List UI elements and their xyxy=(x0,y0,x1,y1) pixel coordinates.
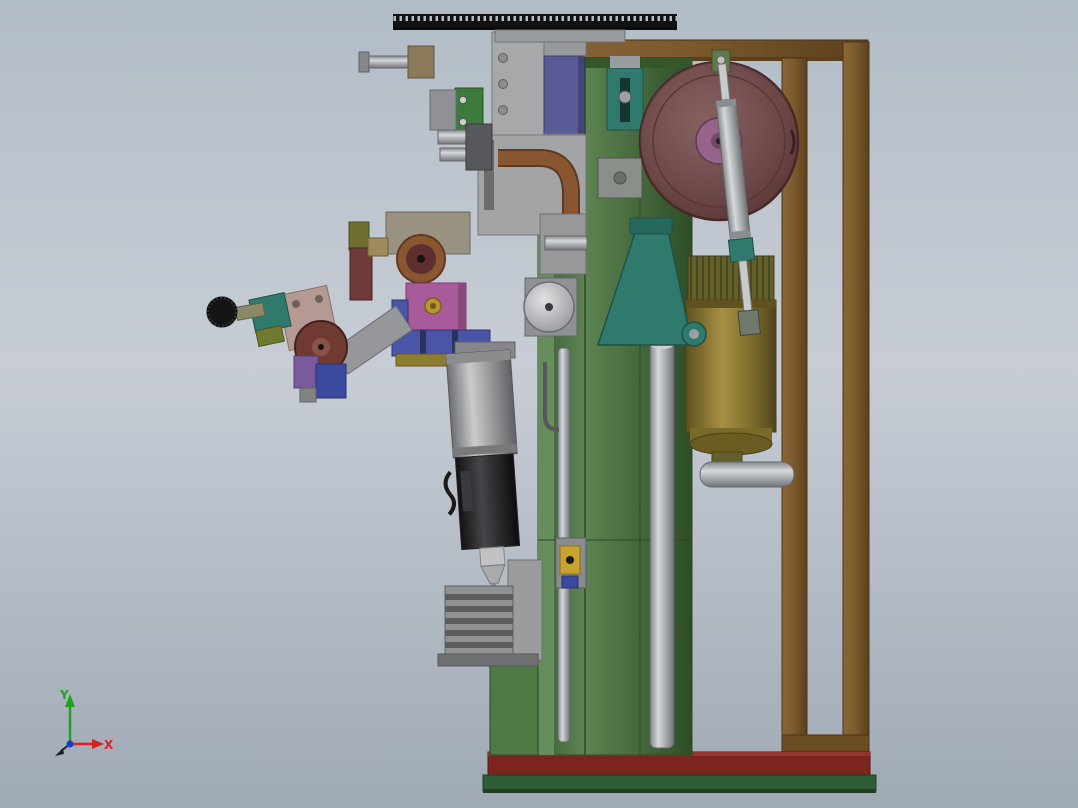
motor-fins xyxy=(687,255,775,303)
purple-block xyxy=(293,355,319,389)
x-axis-label: X xyxy=(104,738,114,752)
cad-viewport[interactable]: Y X xyxy=(0,0,1078,808)
triad-origin-dot xyxy=(66,740,74,748)
cylinder-clevis xyxy=(737,309,761,337)
sensor-lens-icon xyxy=(566,556,574,564)
motor-body xyxy=(685,299,777,433)
base-green-plate xyxy=(482,774,877,792)
actuator-barrel xyxy=(445,349,518,459)
photo-sensor xyxy=(555,537,587,589)
y-axis-label: Y xyxy=(59,688,69,702)
guide-rod-large xyxy=(649,341,675,749)
frame-outer-column xyxy=(842,41,870,759)
small-blue-block xyxy=(315,363,347,399)
bolt-icon xyxy=(618,90,632,104)
motor-elbow-pipe xyxy=(699,461,795,488)
